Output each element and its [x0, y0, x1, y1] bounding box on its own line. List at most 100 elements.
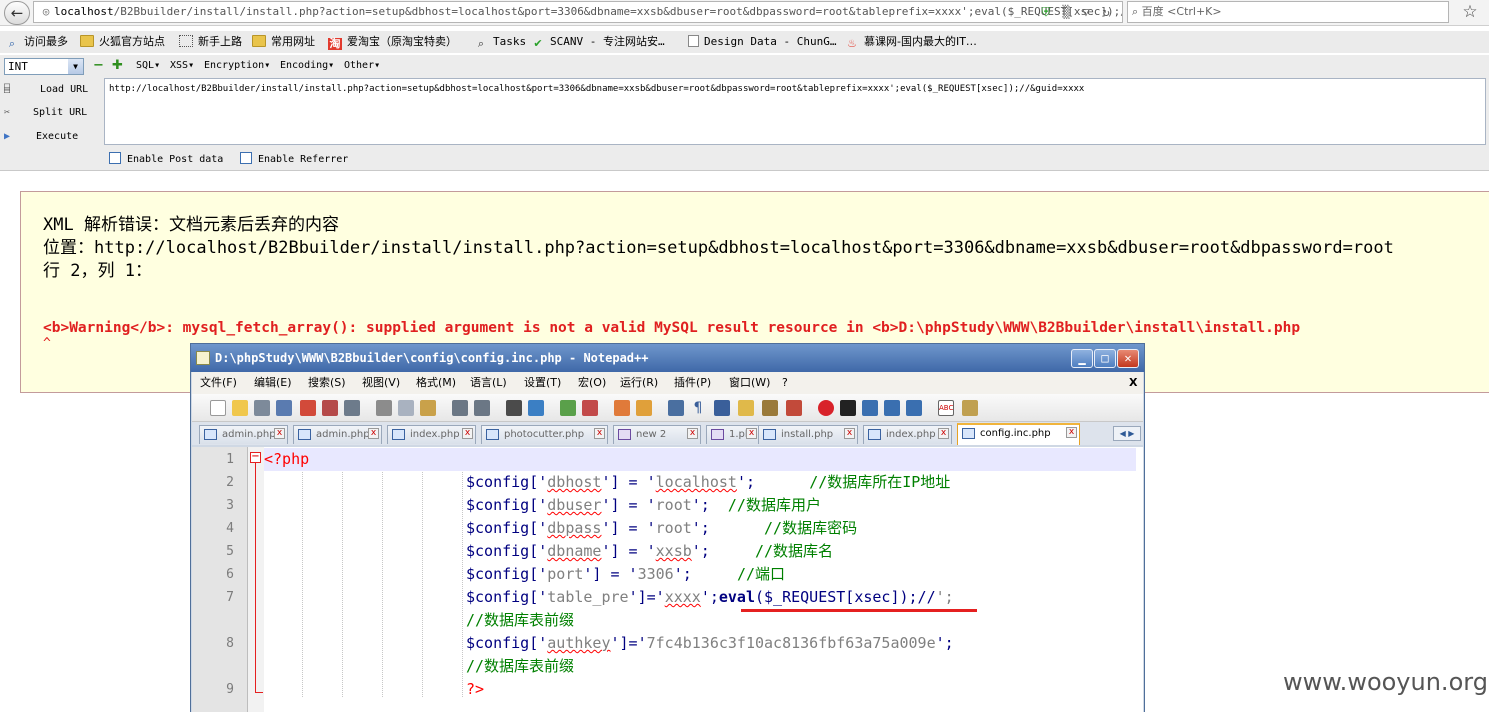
tab-photocutter-php[interactable]: photocutter.php x: [481, 425, 608, 444]
enable-post-checkbox[interactable]: Enable Post data: [109, 152, 223, 166]
bookmark-firefox-site[interactable]: 火狐官方站点: [80, 31, 165, 53]
reload-icon[interactable]: ↻: [1096, 2, 1116, 22]
menu-plugins[interactable]: 插件(P): [674, 372, 711, 394]
menu-run[interactable]: 运行(R): [620, 372, 658, 394]
spellcheck-icon[interactable]: ABC: [938, 400, 954, 416]
close-icon[interactable]: x: [687, 428, 698, 439]
split-url-button[interactable]: ✂ Split URL: [4, 105, 99, 121]
plugin-icon[interactable]: [962, 400, 978, 416]
menu-encoding[interactable]: Encoding▾: [280, 59, 334, 73]
maximize-button[interactable]: □: [1094, 349, 1116, 368]
pilcrow-icon[interactable]: ¶: [690, 400, 706, 416]
print-icon[interactable]: [344, 400, 360, 416]
close-file-icon[interactable]: [300, 400, 316, 416]
star-icon[interactable]: ☆: [1458, 1, 1482, 23]
menu-edit[interactable]: 编辑(E): [254, 372, 292, 394]
menu-language[interactable]: 语言(L): [470, 372, 507, 394]
open-file-icon[interactable]: [232, 400, 248, 416]
url-textarea[interactable]: http://localhost/B2Bbuilder/install/inst…: [104, 78, 1486, 145]
bookmark-imooc[interactable]: ♨ 慕课网-国内最大的IT…: [845, 31, 977, 53]
redo-icon[interactable]: [474, 400, 490, 416]
menu-format[interactable]: 格式(M): [416, 372, 456, 394]
bookmark-common-sites[interactable]: 常用网址: [252, 31, 315, 53]
bookmark-design-data[interactable]: Design Data - ChunG…: [688, 31, 836, 53]
menu-encryption[interactable]: Encryption▾: [204, 59, 270, 73]
minimize-button[interactable]: ▁: [1071, 349, 1093, 368]
bookmark-aitaobao[interactable]: 淘爱淘宝（原淘宝特卖）: [328, 31, 457, 53]
tab-admin-php-2[interactable]: admin.php x: [293, 425, 382, 444]
folder-as-workspace-icon[interactable]: [738, 400, 754, 416]
close-icon[interactable]: x: [368, 428, 379, 439]
play-multiple-icon[interactable]: [884, 400, 900, 416]
execute-button[interactable]: ▶ Execute: [4, 129, 99, 145]
record-macro-icon[interactable]: [818, 400, 834, 416]
bookmark-tasks[interactable]: ⌕ Tasks: [474, 31, 526, 53]
checkbox-box[interactable]: [240, 152, 252, 164]
doc-map-icon[interactable]: [786, 400, 802, 416]
tab-1-php[interactable]: 1.php x: [706, 425, 760, 444]
bookmark-scanv[interactable]: ✔ SCANV - 专注网站安…: [531, 31, 664, 53]
tab-install-php[interactable]: install.php x: [758, 425, 858, 444]
cut-icon[interactable]: [376, 400, 392, 416]
shield-icon[interactable]: ⛨: [1036, 2, 1056, 22]
tab-index-php-2[interactable]: index.php x: [863, 425, 952, 444]
tab-new-2[interactable]: new 2 x: [613, 425, 701, 444]
sync-vertical-icon[interactable]: [614, 400, 630, 416]
plus-icon[interactable]: ✚: [112, 59, 123, 72]
zoom-in-icon[interactable]: [560, 400, 576, 416]
copy-icon[interactable]: [398, 400, 414, 416]
close-icon[interactable]: x: [594, 428, 605, 439]
chevron-down-icon[interactable]: ▽: [1076, 2, 1096, 22]
menu-xss[interactable]: XSS▾: [170, 59, 194, 73]
search-input[interactable]: ⌕ 百度 <Ctrl+K>: [1127, 1, 1449, 23]
load-url-button[interactable]: ⌸ Load URL: [4, 82, 99, 98]
replace-icon[interactable]: [528, 400, 544, 416]
tab-index-php[interactable]: index.php x: [387, 425, 476, 444]
function-list-icon[interactable]: [762, 400, 778, 416]
code-editor[interactable]: 1 2 3 4 5 6 7 8 9 − <?php $config['dbhos…: [192, 447, 1143, 712]
close-document-button[interactable]: X: [1129, 372, 1137, 394]
menu-window[interactable]: 窗口(W): [729, 372, 770, 394]
close-icon[interactable]: x: [1066, 427, 1077, 438]
tab-admin-php[interactable]: admin.php x: [199, 425, 288, 444]
close-icon[interactable]: x: [746, 428, 757, 439]
word-wrap-icon[interactable]: [668, 400, 684, 416]
enable-referrer-checkbox[interactable]: Enable Referrer: [240, 152, 348, 166]
indent-guide-icon[interactable]: [714, 400, 730, 416]
menu-search[interactable]: 搜索(S): [308, 372, 346, 394]
bookmark-getting-started[interactable]: 新手上路: [179, 31, 242, 53]
close-icon[interactable]: x: [274, 428, 285, 439]
menu-other[interactable]: Other▾: [344, 59, 380, 73]
url-bar[interactable]: ◎ localhost/B2Bbuilder/install/install.ph…: [33, 1, 1123, 23]
menu-sql[interactable]: SQL▾: [136, 59, 160, 73]
save-macro-icon[interactable]: [906, 400, 922, 416]
bookmark-most-visited[interactable]: ⌕ 访问最多: [5, 31, 68, 53]
close-button[interactable]: ✕: [1117, 349, 1139, 368]
menu-view[interactable]: 视图(V): [362, 372, 400, 394]
find-icon[interactable]: [506, 400, 522, 416]
tab-config-inc-php[interactable]: config.inc.php x: [957, 423, 1080, 445]
fold-toggle-icon[interactable]: −: [250, 452, 261, 463]
minus-icon[interactable]: −: [93, 59, 104, 72]
qr-code-icon[interactable]: ▒: [1056, 2, 1076, 22]
save-all-icon[interactable]: [276, 400, 292, 416]
new-file-icon[interactable]: [210, 400, 226, 416]
tab-scroll-arrows[interactable]: ◀ ▶: [1113, 426, 1141, 441]
menu-file[interactable]: 文件(F): [200, 372, 237, 394]
menu-macro[interactable]: 宏(O): [578, 372, 606, 394]
close-icon[interactable]: x: [938, 428, 949, 439]
close-icon[interactable]: x: [462, 428, 473, 439]
sync-horizontal-icon[interactable]: [636, 400, 652, 416]
menu-help[interactable]: ?: [782, 372, 788, 394]
close-all-icon[interactable]: [322, 400, 338, 416]
play-macro-icon[interactable]: [862, 400, 878, 416]
close-icon[interactable]: x: [844, 428, 855, 439]
checkbox-box[interactable]: [109, 152, 121, 164]
window-title-bar[interactable]: D:\phpStudy\WWW\B2Bbuilder\config\config…: [191, 344, 1144, 372]
paste-icon[interactable]: [420, 400, 436, 416]
undo-icon[interactable]: [452, 400, 468, 416]
back-arrow-icon[interactable]: ←: [4, 1, 30, 25]
save-icon[interactable]: [254, 400, 270, 416]
type-select[interactable]: INT ▼: [4, 58, 84, 75]
menu-settings[interactable]: 设置(T): [524, 372, 561, 394]
